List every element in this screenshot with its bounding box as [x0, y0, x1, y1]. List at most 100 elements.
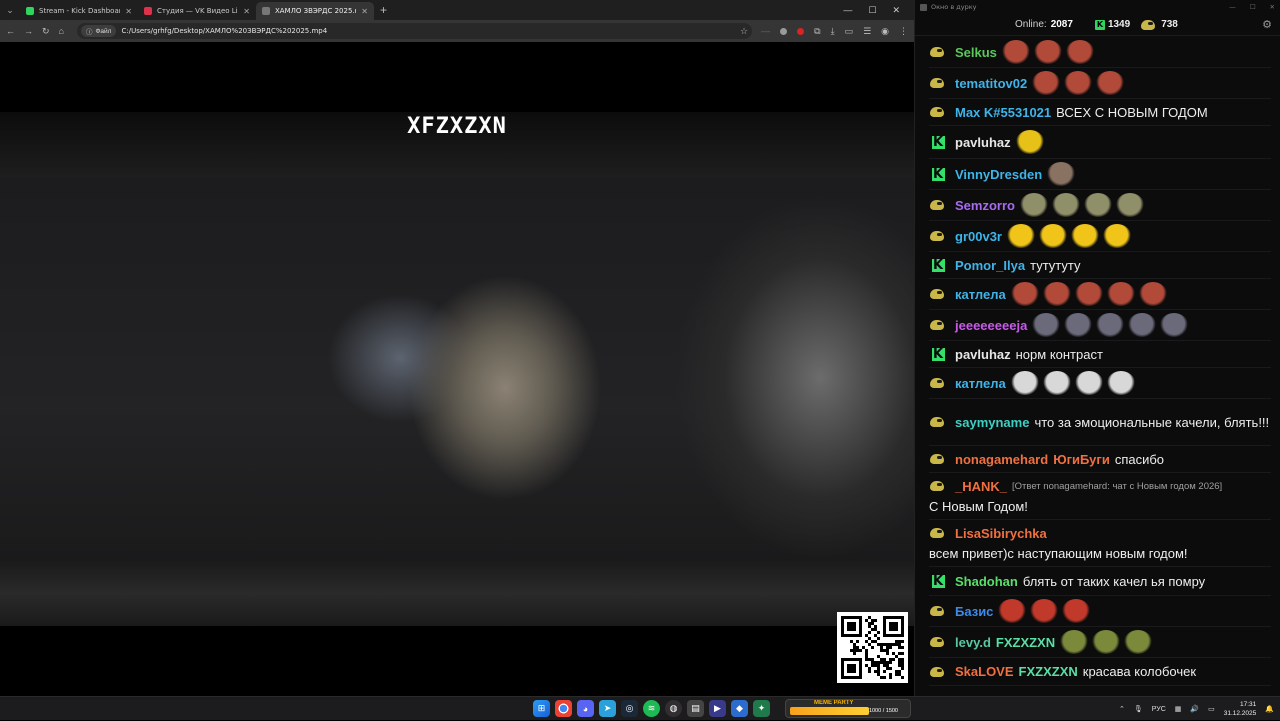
menu-icon[interactable]: ⋮: [899, 26, 908, 37]
back-icon[interactable]: ←: [6, 26, 15, 36]
battery-icon[interactable]: ▭: [1208, 705, 1215, 713]
app-icon[interactable]: ▶: [709, 700, 726, 717]
chat-username[interactable]: Selkus: [955, 44, 997, 61]
chat-titlebar: Окно в дурку — ☐ ✕: [915, 0, 1280, 14]
chat-username[interactable]: катлела: [955, 286, 1006, 303]
maximize-icon[interactable]: ☐: [868, 5, 876, 16]
extension-icon[interactable]: [780, 27, 788, 35]
mention[interactable]: FXZXZXN: [996, 634, 1055, 651]
site-info-chip[interactable]: ⓘ Файл: [80, 25, 117, 37]
volume-icon[interactable]: 🔊: [1190, 705, 1199, 713]
spotify-icon[interactable]: ≋: [643, 700, 660, 717]
language-indicator[interactable]: РУС: [1152, 706, 1166, 713]
chat-username[interactable]: tematitov02: [955, 75, 1027, 92]
puzzle-extensions-icon[interactable]: ⧉: [814, 26, 820, 37]
chat-username[interactable]: pavluhaz: [955, 134, 1011, 151]
chat-username[interactable]: jeeeeeeeeja: [955, 317, 1027, 334]
browser-window: ⌄ Stream - Kick Dashboard ✕ Студия — VK …: [0, 0, 914, 696]
info-icon: ⓘ: [85, 29, 93, 36]
emote-image: [1092, 630, 1121, 654]
close-tab-icon[interactable]: ✕: [361, 7, 368, 16]
chat-message: pavluhazнорм контраст: [929, 341, 1271, 368]
app-icon[interactable]: ◆: [731, 700, 748, 717]
close-icon[interactable]: ✕: [892, 5, 900, 16]
download-icon[interactable]: ⤓: [831, 26, 835, 37]
close-tab-icon[interactable]: ✕: [125, 7, 132, 16]
tab-kick-dashboard[interactable]: Stream - Kick Dashboard ✕: [20, 2, 138, 20]
emote-row: [1015, 130, 1044, 154]
tray-chevron-icon[interactable]: ⌃: [1119, 705, 1125, 713]
chat-username[interactable]: VinnyDresden: [955, 166, 1042, 183]
chat-username[interactable]: nonagamehard: [955, 451, 1048, 468]
chat-username[interactable]: saymyname: [955, 414, 1029, 431]
new-tab-icon[interactable]: +: [380, 3, 387, 17]
chat-window: Окно в дурку — ☐ ✕ Online: 2087 K 1349 7…: [914, 0, 1280, 696]
emote-image: [1060, 630, 1089, 654]
tab-title: ХАМЛО ЗВЭРДС 2025.mp4: [275, 7, 356, 15]
discord-icon[interactable]: ◕: [577, 700, 594, 717]
telegram-icon[interactable]: ➤: [599, 700, 616, 717]
online-count: 2087: [1050, 19, 1073, 30]
app-icon: [920, 3, 927, 11]
meme-party-widget[interactable]: MEME PARTY 1000 / 1500: [785, 699, 911, 718]
minimize-icon[interactable]: —: [1229, 3, 1236, 11]
close-tab-icon[interactable]: ✕: [243, 7, 250, 16]
cast-icon[interactable]: ☰: [863, 26, 871, 37]
video-player[interactable]: XFZXZXN: [0, 42, 914, 696]
extensions-separator-icon: —: [761, 26, 771, 36]
tab-search-icon[interactable]: ⌄: [0, 0, 20, 20]
notifications-icon[interactable]: 🔔: [1265, 705, 1274, 713]
home-icon[interactable]: ⌂: [59, 26, 64, 36]
chat-username[interactable]: Max K#5531021: [955, 104, 1051, 121]
chat-username[interactable]: _HANK_: [955, 478, 1007, 495]
chat-username[interactable]: LisaSibirychka: [955, 525, 1047, 542]
chat-username[interactable]: SkaLOVE: [955, 663, 1014, 680]
vk-platform-icon: [929, 197, 947, 213]
clock[interactable]: 17:31 31.12.2025: [1224, 700, 1257, 718]
chat-username[interactable]: levy.d: [955, 634, 991, 651]
chat-username[interactable]: Pomor_Ilya: [955, 257, 1025, 274]
chat-username[interactable]: Shadohan: [955, 573, 1018, 590]
tab-vk-studio[interactable]: Студия — VK Видео Live ✕: [138, 2, 256, 20]
qr-code: [837, 612, 908, 683]
obs-icon[interactable]: ◍: [665, 700, 682, 717]
taskbar: ⊞ ◕ ➤ ◎ ≋ ◍ ▤ ▶ ◆ ✦ MEME PARTY 1000 / 15…: [0, 696, 1280, 720]
minimize-icon[interactable]: —: [843, 5, 852, 16]
emote-row: [1006, 224, 1131, 248]
chat-message: Shadohanблять от таких качел ья помру: [929, 567, 1271, 596]
adblock-extension-icon[interactable]: [797, 27, 805, 35]
network-icon[interactable]: ▦: [1175, 705, 1182, 713]
chat-username[interactable]: pavluhaz: [955, 346, 1011, 363]
mention[interactable]: FXZXZXN: [1019, 663, 1078, 680]
mention[interactable]: ЮгиБуги: [1053, 451, 1110, 468]
windows-start-icon[interactable]: ⊞: [533, 700, 550, 717]
chat-username[interactable]: Semzorro: [955, 197, 1015, 214]
chat-message: jeeeeeeeeja: [929, 310, 1271, 341]
microphone-icon[interactable]: 🎙: [1134, 705, 1143, 713]
close-icon[interactable]: ✕: [1270, 3, 1275, 11]
vk-platform-icon: [929, 525, 947, 541]
forward-icon[interactable]: →: [24, 26, 33, 36]
app-icon[interactable]: ▤: [687, 700, 704, 717]
maximize-icon[interactable]: ☐: [1250, 3, 1256, 11]
chat-username[interactable]: gr00v3r: [955, 228, 1002, 245]
chat-message-text: всем привет)с наступающим новым годом!: [929, 545, 1188, 561]
sidebar-icon[interactable]: ▭: [845, 26, 854, 37]
chrome-icon[interactable]: [555, 700, 572, 717]
app-icon[interactable]: ✦: [753, 700, 770, 717]
chat-username[interactable]: катлела: [955, 375, 1006, 392]
tab-video-file[interactable]: ХАМЛО ЗВЭРДС 2025.mp4 ✕: [256, 2, 374, 20]
emote-image: [998, 599, 1027, 623]
steam-icon[interactable]: ◎: [621, 700, 638, 717]
vk-platform-icon: [929, 603, 947, 619]
gear-icon[interactable]: ⚙: [1262, 18, 1272, 31]
profile-icon[interactable]: ◉: [881, 26, 889, 37]
chat-messages[interactable]: Selkus tematitov02 Max K#5531021 ВСЕХ С НОВ…: [915, 37, 1280, 687]
emote-image: [1074, 371, 1103, 395]
bookmark-star-icon[interactable]: ☆: [740, 26, 748, 37]
chat-username[interactable]: Базис: [955, 603, 993, 620]
address-bar[interactable]: ⓘ Файл C:/Users/grhfg/Desktop/ХАМЛО%20ЗВЭ…: [76, 23, 753, 39]
chat-stats-header: Online: 2087 K 1349 738 ⚙: [915, 14, 1280, 36]
reload-icon[interactable]: ↻: [42, 26, 50, 37]
chat-message: катлела: [929, 279, 1271, 310]
